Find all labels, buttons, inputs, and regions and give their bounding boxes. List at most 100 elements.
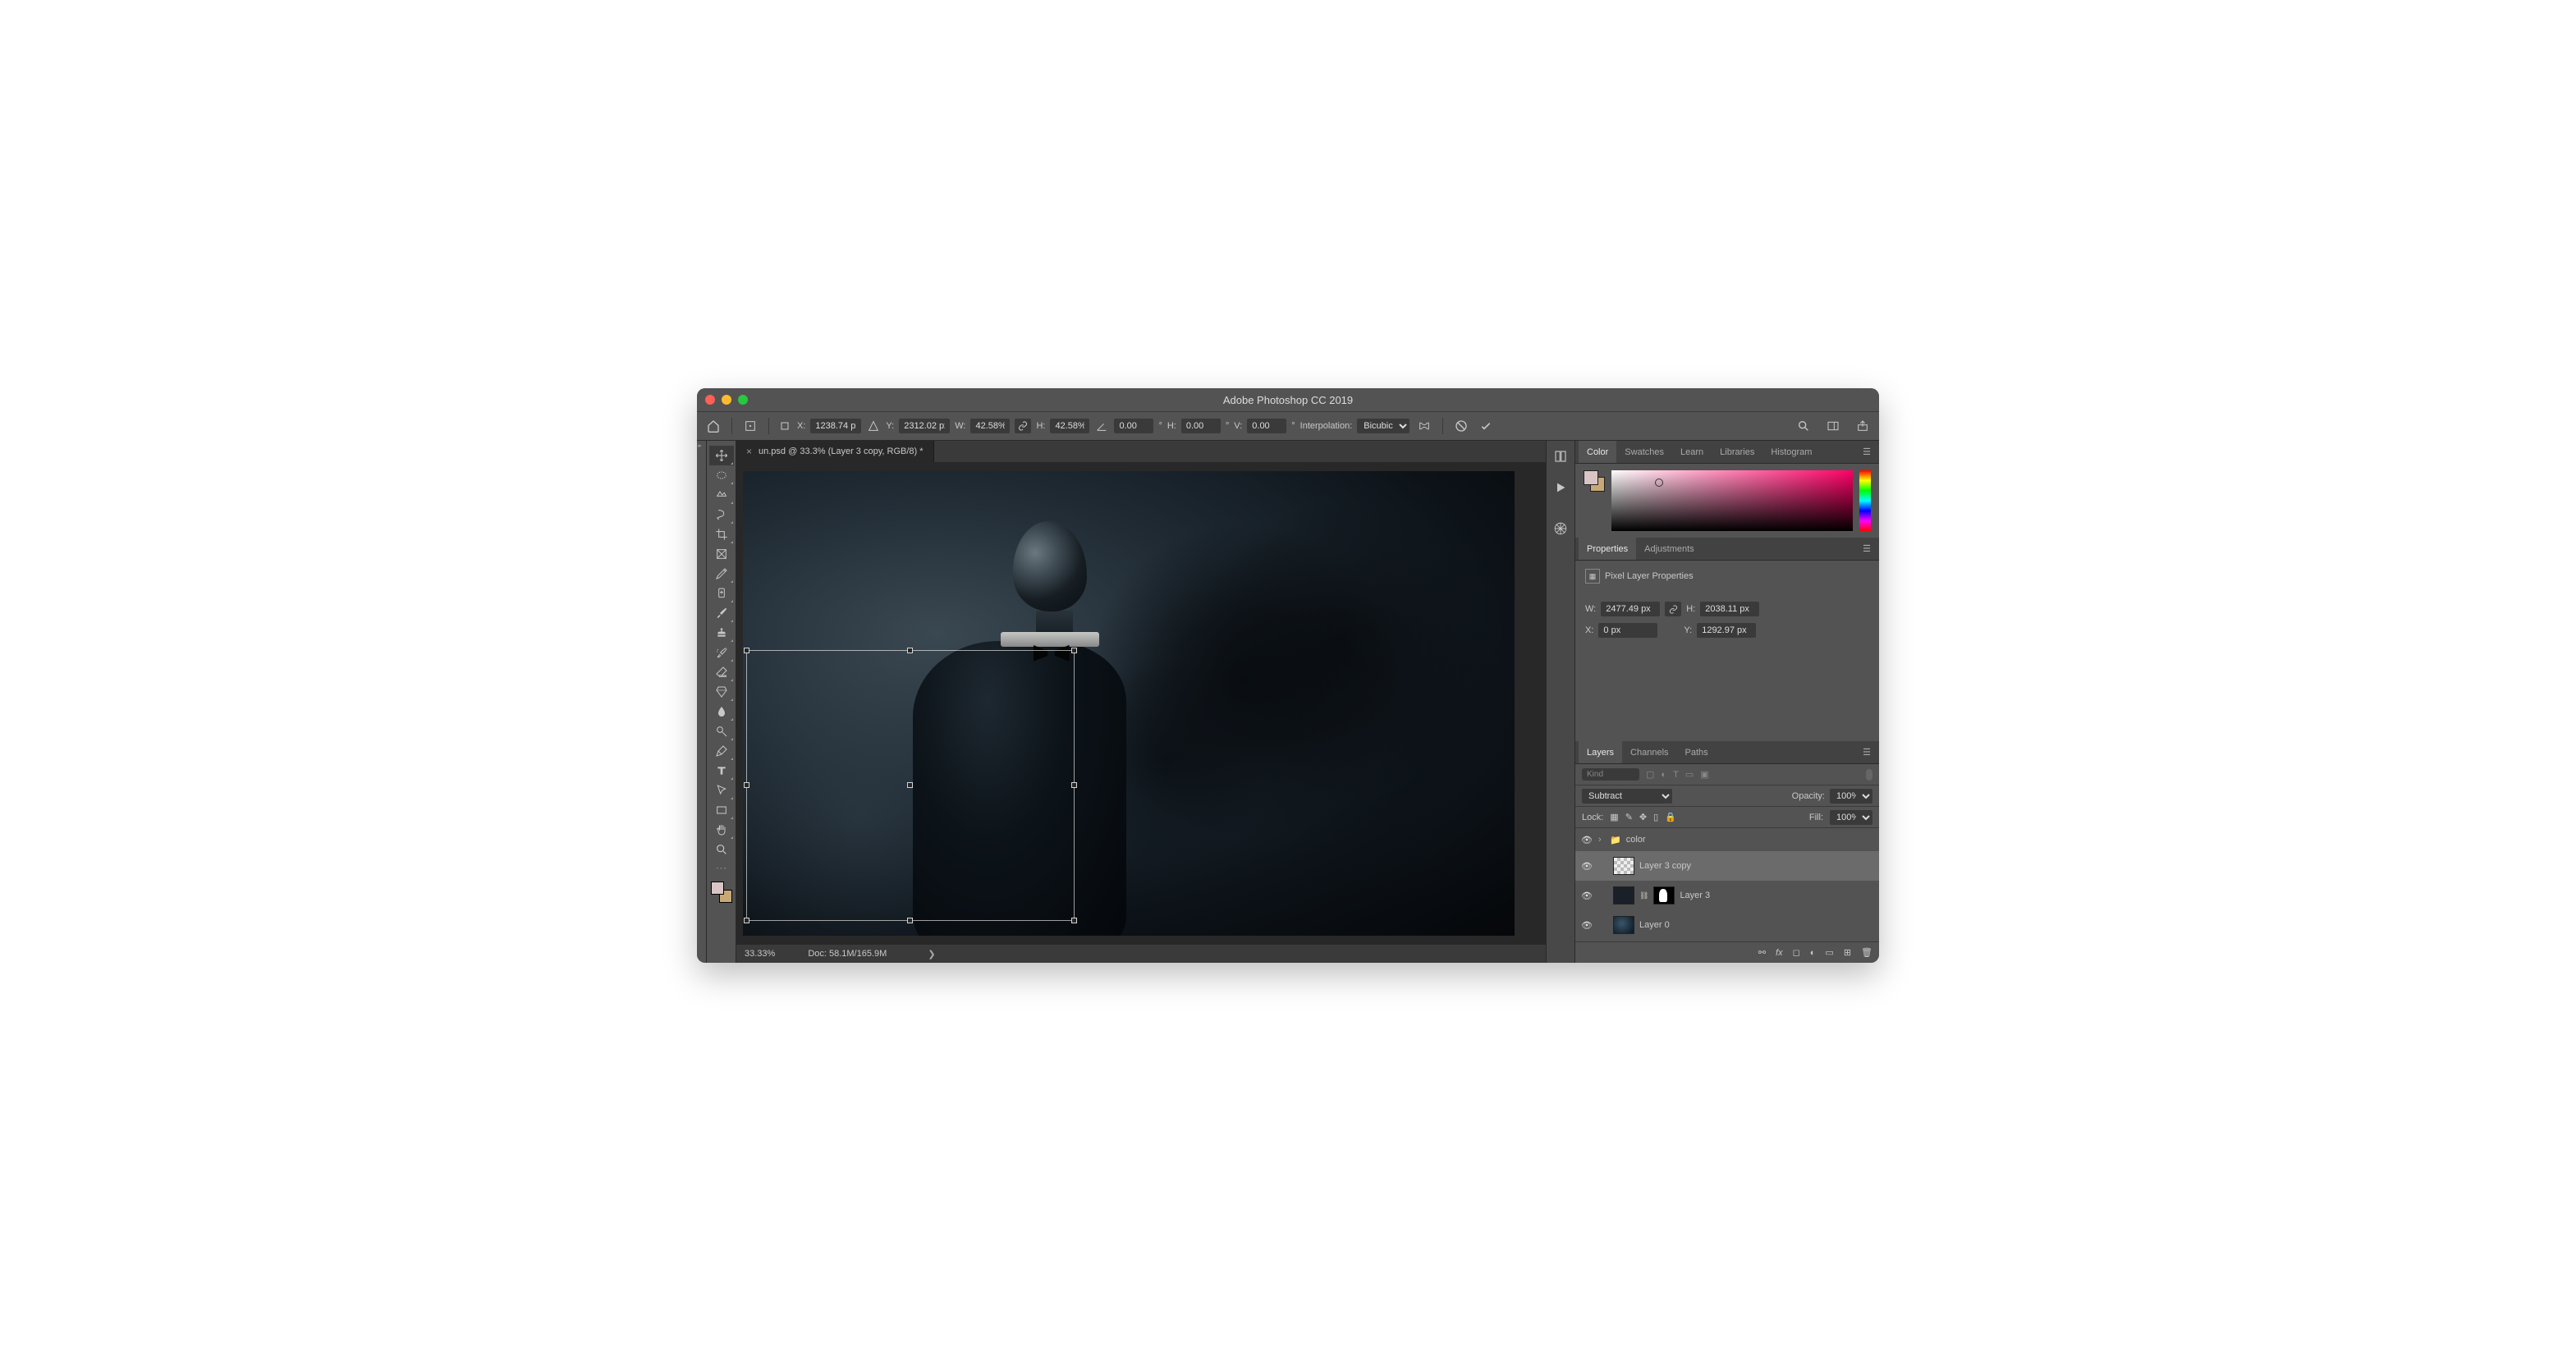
visibility-icon[interactable]: 👁 bbox=[1580, 835, 1593, 845]
link-dimensions-icon[interactable] bbox=[1665, 602, 1681, 616]
home-icon[interactable] bbox=[704, 416, 723, 436]
eraser-tool[interactable] bbox=[709, 662, 734, 682]
status-more-icon[interactable]: ❯ bbox=[928, 949, 935, 959]
healing-tool[interactable] bbox=[709, 584, 734, 603]
quick-select-tool[interactable] bbox=[709, 505, 734, 524]
document-tab[interactable]: × un.psd @ 33.3% (Layer 3 copy, RGB/8) * bbox=[736, 441, 934, 462]
tab-paths[interactable]: Paths bbox=[1677, 741, 1717, 763]
visibility-icon[interactable]: 👁 bbox=[1580, 861, 1593, 872]
filter-toggle[interactable] bbox=[1866, 769, 1872, 781]
layer-thumbnail[interactable] bbox=[1613, 857, 1634, 875]
foreground-background-swatch[interactable] bbox=[1584, 470, 1605, 492]
layer-name[interactable]: color bbox=[1626, 835, 1646, 845]
blur-tool[interactable] bbox=[709, 702, 734, 721]
frame-tool[interactable] bbox=[709, 544, 734, 564]
warp-icon[interactable] bbox=[1414, 416, 1434, 436]
lock-all-icon[interactable]: 🔒 bbox=[1665, 812, 1676, 822]
tab-libraries[interactable]: Libraries bbox=[1712, 441, 1762, 463]
navigator-panel-icon[interactable] bbox=[1553, 521, 1568, 538]
commit-transform-icon[interactable] bbox=[1476, 416, 1496, 436]
layer-name[interactable]: Layer 0 bbox=[1639, 920, 1670, 930]
visibility-icon[interactable]: 👁 bbox=[1580, 920, 1593, 931]
history-panel-icon[interactable] bbox=[1553, 449, 1568, 466]
expand-icon[interactable]: › bbox=[1598, 835, 1605, 845]
vskew-input[interactable] bbox=[1247, 419, 1286, 433]
share-icon[interactable] bbox=[1853, 416, 1872, 436]
zoom-level[interactable]: 33.33% bbox=[745, 949, 775, 959]
hand-tool[interactable] bbox=[709, 820, 734, 840]
close-tab-icon[interactable]: × bbox=[746, 446, 752, 457]
color-picker[interactable] bbox=[1611, 470, 1853, 531]
minimize-window-icon[interactable] bbox=[722, 395, 731, 405]
tab-channels[interactable]: Channels bbox=[1622, 741, 1676, 763]
marquee-tool[interactable] bbox=[709, 465, 734, 485]
x-input[interactable] bbox=[810, 419, 861, 433]
mask-thumbnail[interactable] bbox=[1653, 886, 1675, 904]
search-icon[interactable] bbox=[1794, 416, 1813, 436]
relative-position-icon[interactable] bbox=[777, 416, 792, 436]
filter-adjust-icon[interactable]: ◐ bbox=[1661, 770, 1666, 780]
adjustment-icon[interactable]: ◐ bbox=[1810, 948, 1816, 958]
lock-position-icon[interactable]: ✥ bbox=[1639, 812, 1647, 822]
lock-artboard-icon[interactable]: ▯ bbox=[1653, 812, 1658, 822]
group-icon[interactable]: ▭ bbox=[1825, 947, 1833, 958]
transform-ref-icon[interactable] bbox=[740, 416, 760, 436]
mask-link-icon[interactable]: ⛓ bbox=[1639, 891, 1648, 900]
lock-transparency-icon[interactable]: ▦ bbox=[1610, 812, 1618, 822]
layer-name[interactable]: Layer 3 bbox=[1680, 891, 1710, 900]
dodge-tool[interactable] bbox=[709, 721, 734, 741]
mask-icon[interactable]: ◻ bbox=[1793, 947, 1800, 958]
eyedropper-tool[interactable] bbox=[709, 564, 734, 584]
type-tool[interactable] bbox=[709, 761, 734, 781]
tab-color[interactable]: Color bbox=[1579, 441, 1616, 463]
canvas[interactable] bbox=[743, 471, 1515, 936]
color-swatches[interactable] bbox=[711, 882, 732, 903]
move-tool[interactable] bbox=[709, 446, 734, 465]
filter-shape-icon[interactable]: ▭ bbox=[1685, 769, 1694, 780]
close-window-icon[interactable] bbox=[705, 395, 715, 405]
layer-thumbnail[interactable] bbox=[1613, 886, 1634, 904]
tab-adjustments[interactable]: Adjustments bbox=[1636, 538, 1703, 560]
actions-panel-icon[interactable] bbox=[1554, 481, 1567, 497]
clone-stamp-tool[interactable] bbox=[709, 623, 734, 643]
new-layer-icon[interactable]: ⊞ bbox=[1844, 947, 1851, 958]
brush-tool[interactable] bbox=[709, 603, 734, 623]
layer-item[interactable]: 👁 Layer 3 copy bbox=[1575, 851, 1879, 881]
lock-pixels-icon[interactable]: ✎ bbox=[1625, 812, 1633, 822]
panel-menu-icon[interactable]: ☰ bbox=[1858, 543, 1876, 554]
tool-dock-collapse[interactable] bbox=[697, 441, 707, 963]
hue-slider[interactable] bbox=[1859, 470, 1871, 531]
layer-thumbnail[interactable] bbox=[1613, 916, 1634, 934]
layer-name[interactable]: Layer 3 copy bbox=[1639, 861, 1691, 871]
zoom-tool[interactable] bbox=[709, 840, 734, 859]
filter-type-icon[interactable]: T bbox=[1673, 770, 1679, 780]
panel-menu-icon[interactable]: ☰ bbox=[1858, 447, 1876, 457]
gradient-tool[interactable] bbox=[709, 682, 734, 702]
tab-swatches[interactable]: Swatches bbox=[1616, 441, 1672, 463]
y-input[interactable] bbox=[899, 419, 950, 433]
path-select-tool[interactable] bbox=[709, 781, 734, 800]
history-brush-tool[interactable] bbox=[709, 643, 734, 662]
hskew-input[interactable] bbox=[1181, 419, 1221, 433]
h-input[interactable] bbox=[1050, 419, 1089, 433]
fx-icon[interactable]: fx bbox=[1776, 948, 1783, 958]
panel-menu-icon[interactable]: ☰ bbox=[1858, 747, 1876, 758]
tab-properties[interactable]: Properties bbox=[1579, 538, 1636, 560]
opacity-select[interactable]: 100% bbox=[1830, 789, 1872, 804]
fill-select[interactable]: 100% bbox=[1830, 810, 1872, 825]
filter-smart-icon[interactable]: ▣ bbox=[1700, 769, 1708, 780]
interpolation-select[interactable]: Bicubic bbox=[1357, 419, 1409, 433]
prop-x-input[interactable] bbox=[1598, 623, 1657, 638]
layer-group[interactable]: 👁 › 📁 color bbox=[1575, 828, 1879, 851]
transform-box[interactable] bbox=[746, 650, 1075, 921]
prop-height-input[interactable] bbox=[1700, 602, 1759, 616]
blend-mode-select[interactable]: Subtract bbox=[1582, 789, 1672, 804]
prop-y-input[interactable] bbox=[1697, 623, 1756, 638]
tab-histogram[interactable]: Histogram bbox=[1762, 441, 1820, 463]
layer-item[interactable]: 👁 Layer 0 bbox=[1575, 910, 1879, 940]
tab-learn[interactable]: Learn bbox=[1672, 441, 1712, 463]
tab-layers[interactable]: Layers bbox=[1579, 741, 1622, 763]
edit-toolbar-icon[interactable]: ⋯ bbox=[716, 861, 727, 875]
w-input[interactable] bbox=[970, 419, 1010, 433]
link-wh-icon[interactable] bbox=[1015, 419, 1031, 433]
